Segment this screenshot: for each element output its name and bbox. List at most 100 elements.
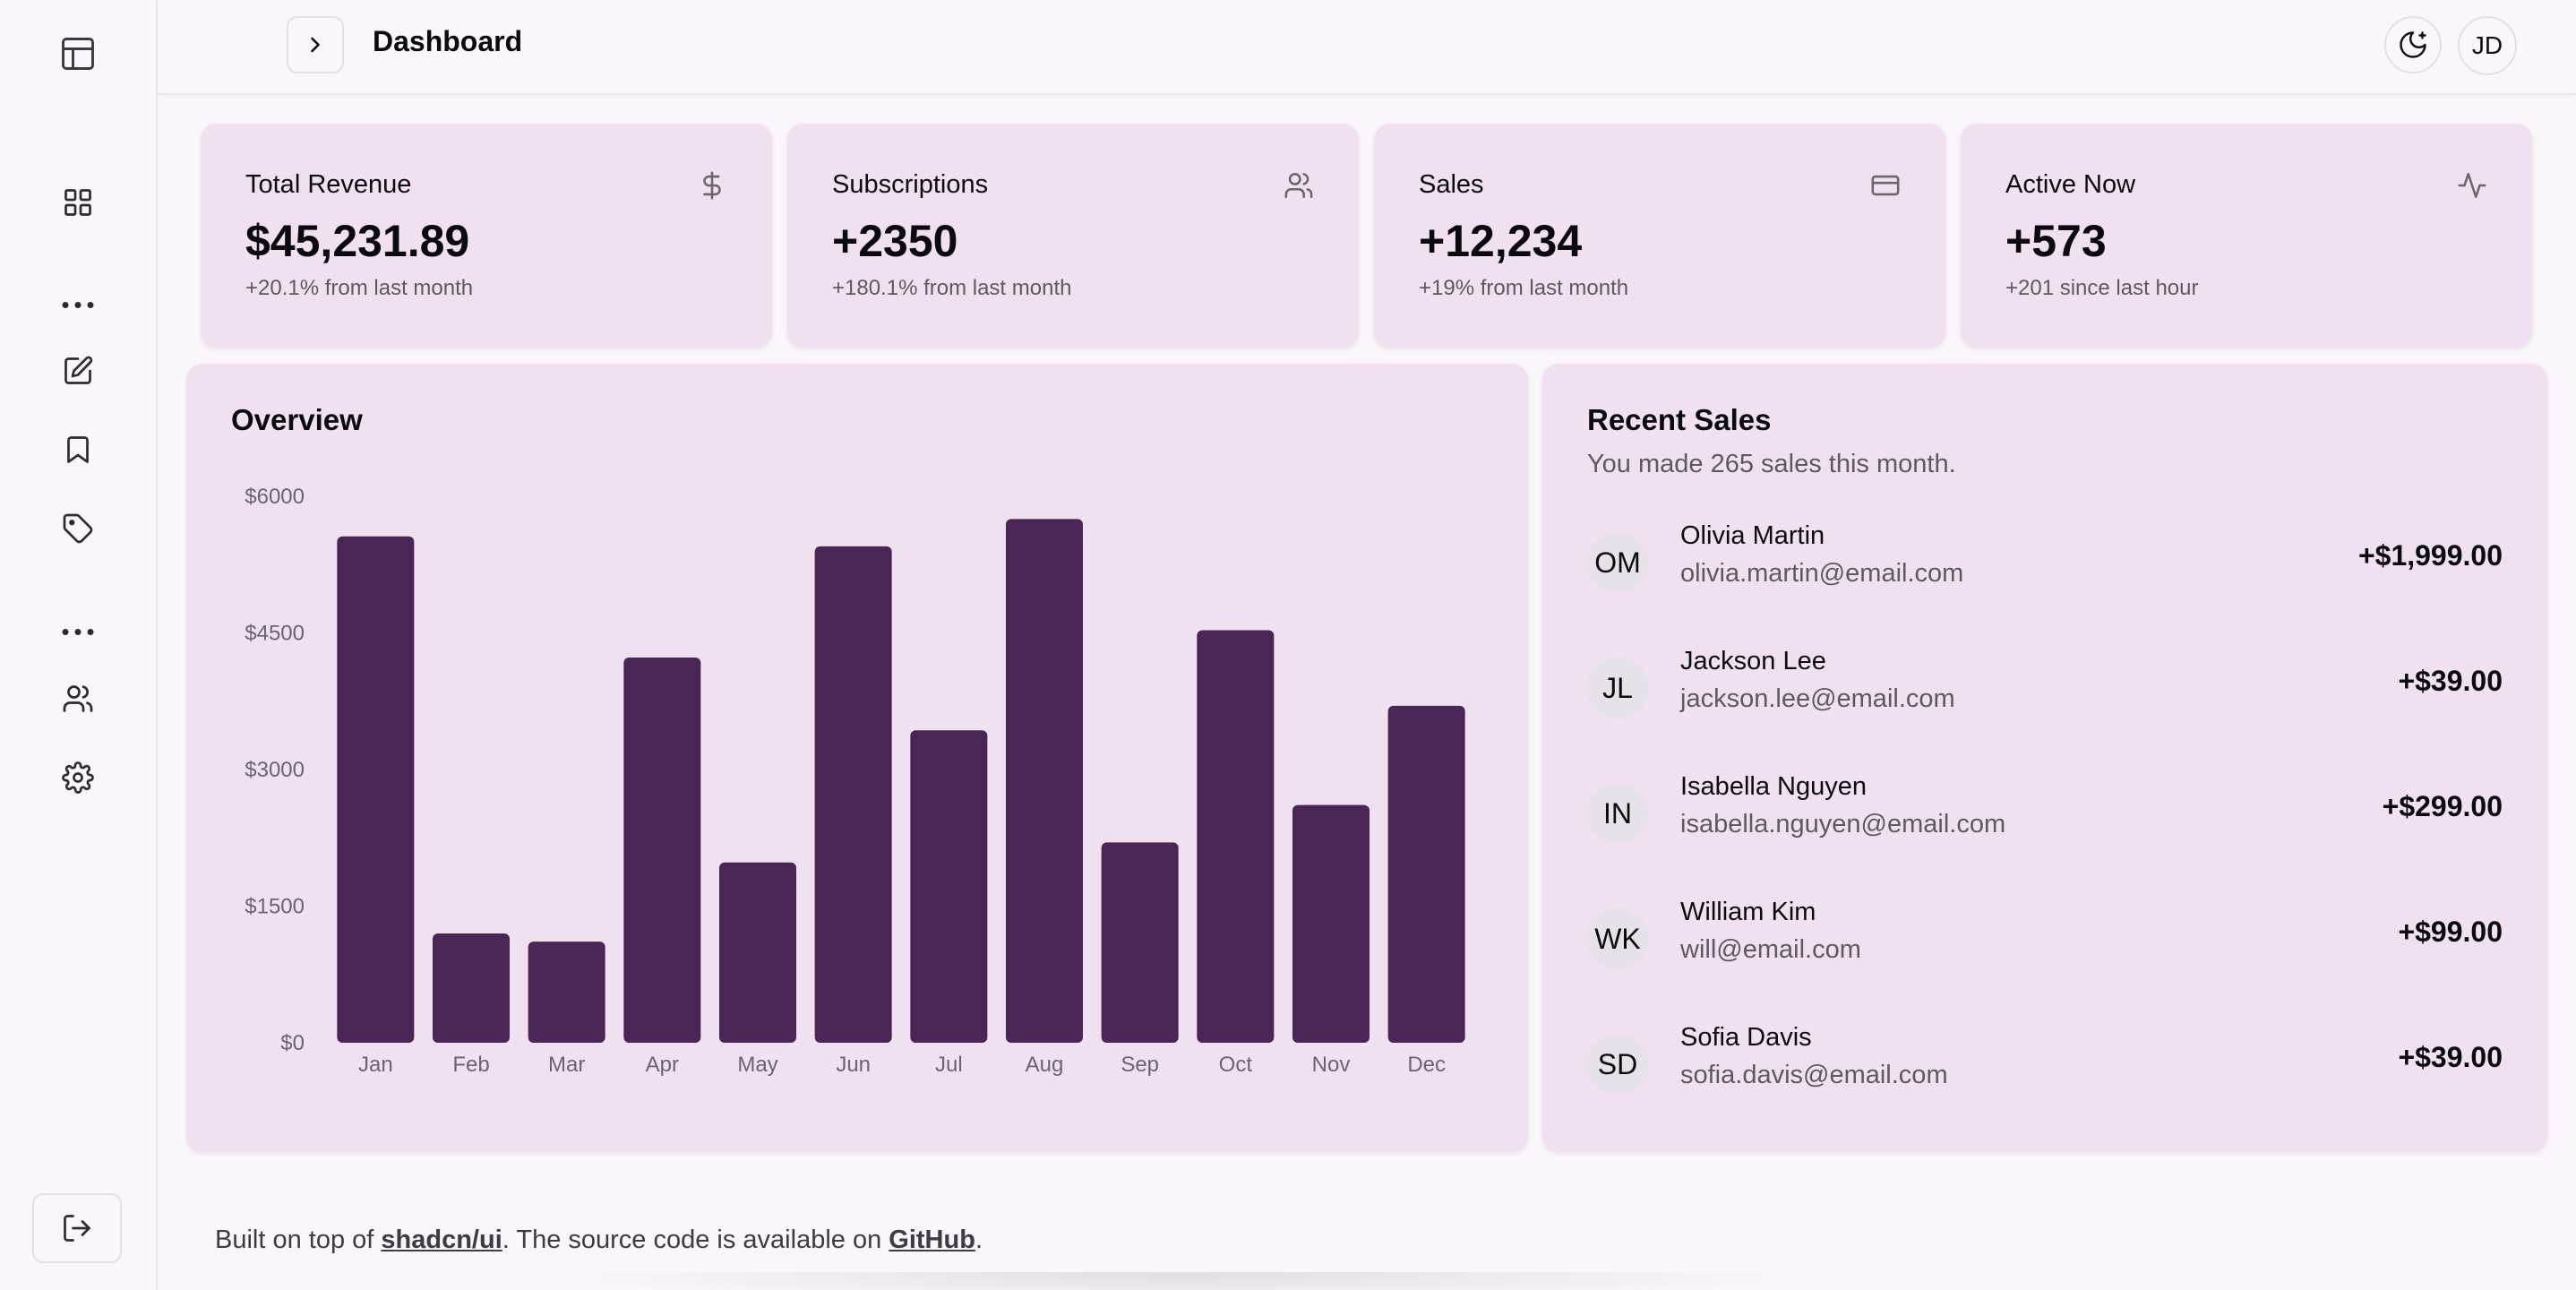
page-title: Dashboard: [373, 25, 523, 57]
customer-name: Olivia Martin: [1680, 521, 1825, 550]
recent-sales-title: Recent Sales: [1587, 403, 1772, 436]
x-tick-label: Dec: [1407, 1053, 1446, 1077]
sale-row: IN Isabella Nguyen isabella.nguyen@email…: [1587, 772, 2503, 853]
customer-email: sofia.davis@email.com: [1680, 1061, 1948, 1089]
bar-jan[interactable]: [337, 536, 415, 1043]
activity-icon: [2457, 170, 2487, 201]
stat-title: Total Revenue: [245, 170, 412, 199]
stat-card-active-now: Active Now +573 +201 since last hour: [1961, 124, 2532, 348]
footer-suffix: .: [975, 1226, 983, 1254]
sale-amount: +$1,999.00: [2357, 539, 2503, 572]
credit-card-icon: [1870, 170, 1901, 201]
theme-toggle-button[interactable]: [2384, 16, 2442, 73]
stat-card-subscriptions: Subscriptions +2350 +180.1% from last mo…: [787, 124, 1359, 348]
x-tick-label: Feb: [452, 1053, 489, 1077]
overview-panel: $0 $1500 $3000 $4500 $6000 Jan Feb Mar Apr May Jun…: [186, 364, 1528, 1152]
stat-title: Sales: [1419, 170, 1484, 199]
logout-button[interactable]: [32, 1193, 122, 1263]
customer-email: will@email.com: [1680, 935, 1861, 964]
shadcn-link[interactable]: shadcn/ui: [381, 1226, 502, 1254]
bar-nov[interactable]: [1292, 804, 1370, 1043]
moon-star-icon: [2400, 31, 2426, 58]
chevron-right-icon: [311, 37, 320, 53]
sale-row: WK William Kim will@email.com +$99.00: [1587, 898, 2503, 978]
bar-dec[interactable]: [1387, 705, 1465, 1043]
x-tick-label: Sep: [1121, 1053, 1159, 1077]
customer-name: William Kim: [1680, 898, 1816, 926]
stat-title: Active Now: [2005, 170, 2136, 199]
bar-jul[interactable]: [910, 730, 988, 1043]
layout-logo-icon[interactable]: [56, 32, 99, 75]
y-tick-label: $3000: [245, 758, 305, 782]
users-icon: [1284, 170, 1314, 201]
stat-value: +573: [2005, 216, 2107, 266]
sale-row: OM Olivia Martin olivia.martin@email.com…: [1587, 521, 2503, 602]
sale-amount: +$99.00: [2398, 916, 2503, 948]
bar-apr[interactable]: [623, 657, 701, 1043]
footer-middle: . The source code is available on: [502, 1226, 889, 1254]
sidebar-item-bookmarks[interactable]: [56, 428, 99, 471]
x-tick-label: Jul: [935, 1053, 963, 1077]
x-tick-label: May: [737, 1053, 777, 1077]
stat-note: +201 since last hour: [2005, 276, 2199, 300]
users-icon: [63, 685, 93, 712]
stat-value: +12,234: [1419, 216, 1583, 266]
top-header: Dashboard JD: [158, 0, 2576, 95]
sale-row: JL Jackson Lee jackson.lee@email.com +$3…: [1587, 647, 2503, 727]
sidebar-toggle-button[interactable]: [287, 16, 344, 73]
github-link[interactable]: GitHub: [889, 1226, 975, 1254]
customer-email: olivia.martin@email.com: [1680, 559, 1964, 588]
sidebar-item-dashboard[interactable]: [56, 181, 99, 224]
sidebar-item-users[interactable]: [56, 677, 99, 720]
stat-note: +180.1% from last month: [832, 276, 1072, 300]
sidebar: [0, 0, 158, 1290]
bar-oct[interactable]: [1197, 630, 1275, 1043]
sidebar-group-ellipsis-icon-2: [62, 629, 94, 635]
bar-jun[interactable]: [814, 546, 892, 1043]
bar-feb[interactable]: [433, 933, 510, 1043]
sale-row: SD Sofia Davis sofia.davis@email.com +$3…: [1587, 1023, 2503, 1104]
customer-email: isabella.nguyen@email.com: [1680, 810, 2006, 838]
stat-title: Subscriptions: [832, 170, 989, 199]
x-tick-label: Jan: [358, 1053, 393, 1077]
logout-icon: [64, 1215, 90, 1242]
footer-text: Built on top of shadcn/ui. The source co…: [215, 1226, 983, 1255]
user-avatar-button[interactable]: JD: [2458, 16, 2517, 75]
dollar-icon: [697, 170, 727, 201]
customer-name: Isabella Nguyen: [1680, 772, 1867, 801]
footer-shadow: [555, 1272, 1809, 1290]
x-tick-label: Mar: [548, 1053, 585, 1077]
y-tick-label: $0: [280, 1031, 305, 1055]
avatar: WK: [1587, 908, 1648, 969]
customer-email: jackson.lee@email.com: [1680, 684, 1955, 713]
sidebar-item-edit[interactable]: [56, 349, 99, 392]
edit-icon: [64, 356, 93, 384]
x-tick-label: Apr: [646, 1053, 679, 1077]
sidebar-item-settings[interactable]: [56, 756, 99, 799]
bar-aug[interactable]: [1006, 519, 1083, 1043]
bar-mar[interactable]: [528, 942, 605, 1043]
tag-icon: [63, 513, 93, 544]
stat-value: +2350: [832, 216, 958, 266]
bar-may[interactable]: [719, 862, 796, 1043]
avatar: OM: [1587, 532, 1648, 593]
customer-name: Sofia Davis: [1680, 1023, 1812, 1052]
stat-card-sales: Sales +12,234 +19% from last month: [1374, 124, 1945, 348]
dashboard-grid-icon: [64, 189, 91, 216]
stat-note: +20.1% from last month: [245, 276, 474, 300]
bar-sep[interactable]: [1101, 842, 1179, 1043]
sidebar-item-tags[interactable]: [56, 507, 99, 550]
sidebar-group-ellipsis-icon: [62, 302, 94, 308]
bookmark-icon: [67, 436, 89, 463]
sale-amount: +$299.00: [2382, 790, 2503, 822]
sale-amount: +$39.00: [2398, 1041, 2503, 1073]
x-tick-label: Jun: [836, 1053, 871, 1077]
avatar: IN: [1587, 783, 1648, 844]
y-tick-label: $4500: [245, 622, 305, 646]
x-tick-label: Oct: [1219, 1053, 1253, 1077]
recent-sales-panel: Recent Sales You made 265 sales this mon…: [1542, 364, 2547, 1152]
stat-note: +19% from last month: [1419, 276, 1629, 300]
overview-bar-chart: $0 $1500 $3000 $4500 $6000 Jan Feb Mar Apr May Jun…: [245, 485, 1465, 1077]
settings-gear-icon: [62, 761, 94, 794]
recent-sales-subtitle: You made 265 sales this month.: [1587, 450, 1956, 478]
